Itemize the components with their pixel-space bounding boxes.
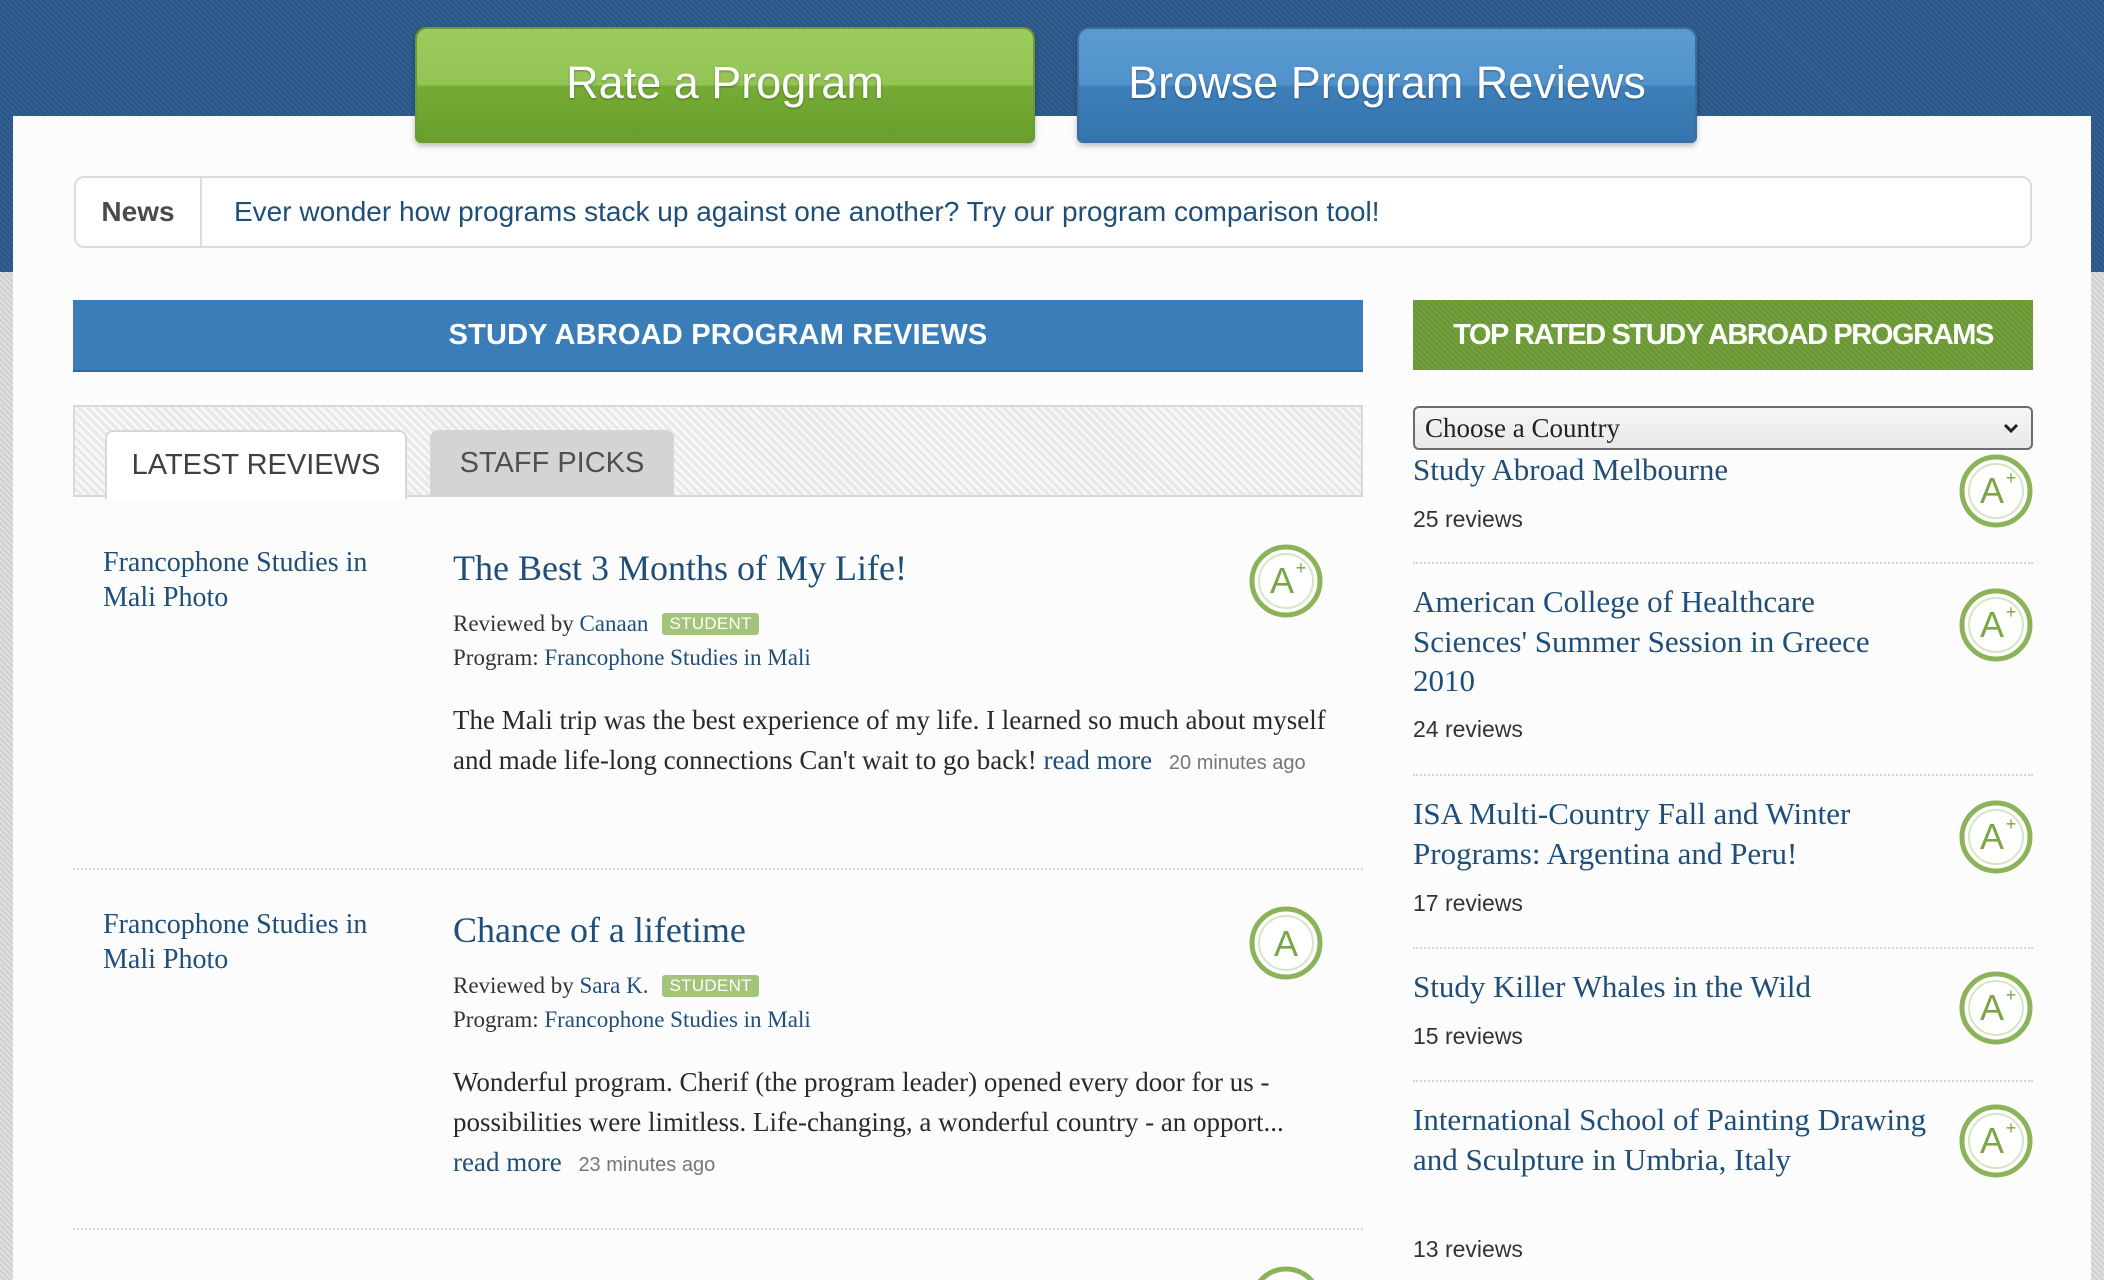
svg-text:+: + [2006, 1118, 2017, 1138]
top-program-link[interactable]: ISA Multi-Country Fall and Winter Progra… [1413, 794, 1933, 873]
top-program-item: ISA Multi-Country Fall and Winter Progra… [1413, 794, 2033, 924]
read-more-link[interactable]: read more [1043, 745, 1152, 775]
reviewer-link[interactable]: Sara K. [579, 973, 648, 998]
review-photo[interactable]: Francophone Studies in Mali Photo [103, 907, 393, 977]
svg-text:+: + [1296, 558, 1307, 578]
program-label: Program: [453, 645, 539, 670]
top-program-item: International School of Painting Drawing… [1413, 1100, 2033, 1270]
rate-program-button[interactable]: Rate a Program [415, 27, 1035, 143]
program-link[interactable]: Francophone Studies in Mali [544, 1007, 810, 1032]
top-program-divider [1413, 1080, 2033, 1082]
review-time: 23 minutes ago [578, 1154, 716, 1176]
review-body: Wonderful program. Cherif (the program l… [453, 1062, 1333, 1185]
reviewed-by-label: Reviewed by [453, 973, 574, 998]
news-bar: News Ever wonder how programs stack up a… [74, 176, 2032, 248]
grade-a-plus-icon: A + [1959, 454, 2033, 528]
top-program-review-count: 13 reviews [1413, 1236, 1523, 1262]
grade-a-plus-icon: A + [1249, 544, 1323, 618]
top-rated-section-header: TOP RATED STUDY ABROAD PROGRAMS [1413, 300, 2033, 370]
top-program-divider [1413, 562, 2033, 564]
grade-a-plus-icon: A + [1959, 800, 2033, 874]
news-link[interactable]: Ever wonder how programs stack up agains… [202, 196, 1379, 228]
top-program-link[interactable]: Study Abroad Melbourne [1413, 450, 1933, 490]
review-item: Francophone Studies in Mali Photo Chance… [73, 902, 1363, 1232]
program-link[interactable]: Francophone Studies in Mali [544, 645, 810, 670]
top-program-item: Study Abroad Melbourne 25 reviews A + [1413, 448, 2033, 548]
review-tabs: LATEST REVIEWS STAFF PICKS [73, 405, 1363, 499]
svg-text:+: + [2006, 814, 2017, 834]
grade-a-plus-icon: A + [1959, 971, 2033, 1045]
review-body: The Mali trip was the best experience of… [453, 700, 1333, 783]
student-badge: STUDENT [662, 975, 759, 997]
top-program-divider [1413, 947, 2033, 949]
top-program-review-count: 24 reviews [1413, 716, 1523, 742]
reviews-section-header: STUDY ABROAD PROGRAM REVIEWS [73, 300, 1363, 372]
svg-text:A: A [1980, 604, 2004, 645]
top-program-divider [1413, 774, 2033, 776]
svg-text:+: + [2006, 468, 2017, 488]
review-photo[interactable]: Francophone Studies in Mali Photo [103, 545, 393, 615]
top-program-review-count: 17 reviews [1413, 890, 1523, 916]
svg-text:A: A [1274, 923, 1298, 964]
review-divider [73, 868, 1363, 870]
browse-reviews-button[interactable]: Browse Program Reviews [1077, 27, 1697, 143]
reviewed-by-label: Reviewed by [453, 611, 574, 636]
program-label: Program: [453, 1007, 539, 1032]
grade-a-plus-icon: A + [1959, 1104, 2033, 1178]
review-title[interactable]: The Best 3 Months of My Life! [453, 547, 907, 589]
review-title[interactable]: Chance of a lifetime [453, 909, 746, 951]
country-select-value: Choose a Country [1425, 412, 1620, 443]
svg-text:A: A [1980, 816, 2004, 857]
tab-staff-picks[interactable]: STAFF PICKS [430, 430, 674, 497]
review-time: 20 minutes ago [1168, 752, 1306, 774]
review-program-line: Program: Francophone Studies in Mali [453, 640, 811, 675]
review-program-line: Program: Francophone Studies in Mali [453, 1002, 811, 1037]
read-more-link[interactable]: read more [453, 1147, 562, 1177]
rate-program-label: Rate a Program [566, 57, 884, 108]
browse-reviews-label: Browse Program Reviews [1128, 57, 1646, 108]
review-text: Wonderful program. Cherif (the program l… [453, 1067, 1284, 1137]
top-program-link[interactable]: Study Killer Whales in the Wild [1413, 967, 1933, 1007]
review-divider [73, 1228, 1363, 1230]
student-badge: STUDENT [662, 613, 759, 635]
top-program-link[interactable]: International School of Painting Drawing… [1413, 1100, 1933, 1179]
svg-text:A: A [1980, 987, 2004, 1028]
grade-icon-partial [1257, 1266, 1315, 1280]
review-item: Francophone Studies in Mali Photo The Be… [73, 540, 1363, 870]
tab-latest-reviews[interactable]: LATEST REVIEWS [105, 430, 407, 499]
news-label: News [76, 178, 202, 246]
svg-text:A: A [1980, 470, 2004, 511]
top-program-review-count: 25 reviews [1413, 506, 1523, 532]
grade-a-icon: A [1249, 906, 1323, 980]
top-program-item: Study Killer Whales in the Wild 15 revie… [1413, 967, 2033, 1067]
svg-text:+: + [2006, 602, 2017, 622]
top-program-item: American College of Healthcare Sciences'… [1413, 582, 2033, 742]
svg-text:+: + [2006, 985, 2017, 1005]
top-program-review-count: 15 reviews [1413, 1023, 1523, 1049]
grade-a-plus-icon: A + [1959, 588, 2033, 662]
svg-text:A: A [1270, 560, 1294, 601]
svg-text:A: A [1980, 1120, 2004, 1161]
reviewer-link[interactable]: Canaan [579, 611, 648, 636]
top-program-link[interactable]: American College of Healthcare Sciences'… [1413, 582, 1933, 701]
country-select[interactable]: Choose a Country [1413, 406, 2033, 450]
review-reviewer-line: Reviewed by Sara K. STUDENT [453, 968, 759, 1003]
chevron-down-icon [2003, 423, 2019, 434]
review-reviewer-line: Reviewed by Canaan STUDENT [453, 606, 759, 641]
